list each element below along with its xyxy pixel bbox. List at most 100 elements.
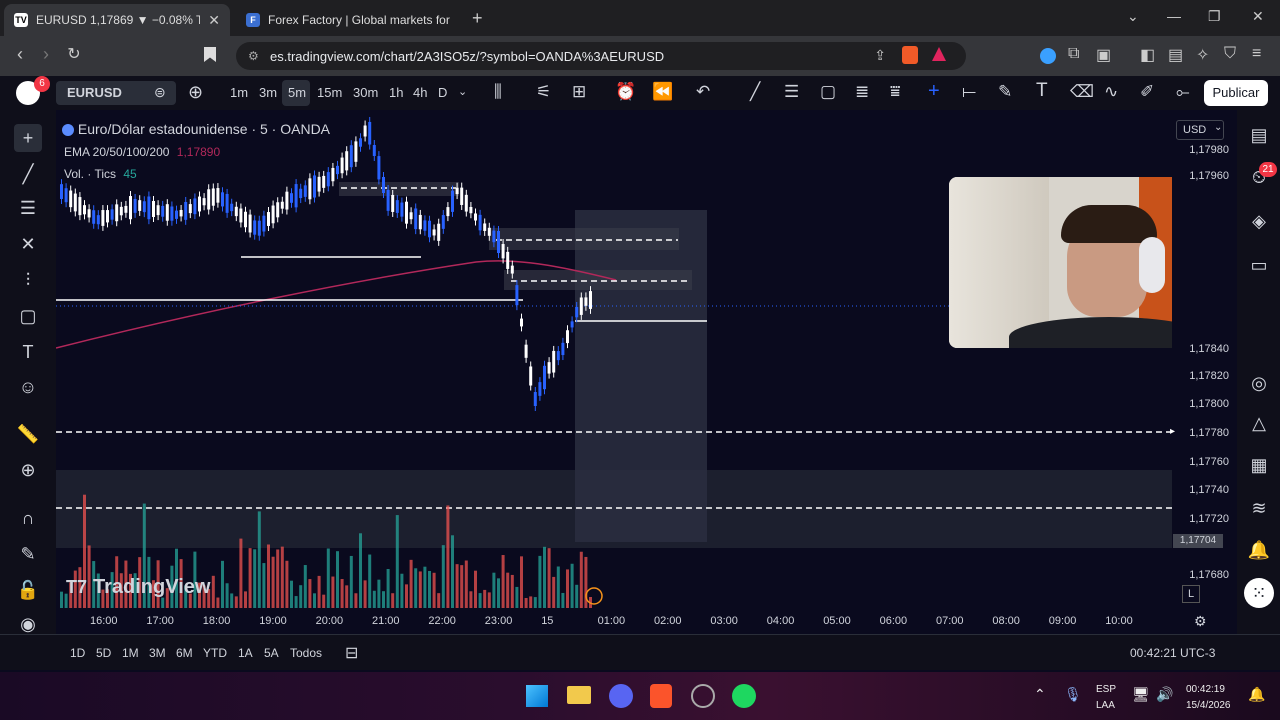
range-5y[interactable]: 5A bbox=[264, 646, 279, 660]
publish-button[interactable]: Publicar bbox=[1204, 80, 1268, 106]
tf-15m[interactable]: 15m bbox=[317, 85, 342, 100]
back-icon[interactable]: ‹ bbox=[6, 44, 34, 65]
pattern-tool-icon[interactable]: ∿ bbox=[1104, 82, 1118, 102]
apps-grid-icon[interactable]: ⁙ bbox=[1244, 578, 1274, 608]
pen-tool-icon[interactable]: ✎ bbox=[998, 82, 1012, 102]
maximize-button[interactable]: ❐ bbox=[1208, 8, 1221, 25]
watchlist-icon[interactable]: ▤ bbox=[1244, 120, 1274, 150]
zone-rect-2[interactable] bbox=[504, 270, 692, 290]
tray-chevron-icon[interactable]: ⌃ bbox=[1034, 686, 1046, 703]
notifications-icon[interactable]: 🔔 bbox=[1244, 535, 1274, 565]
sidebar-icon[interactable]: ◧ bbox=[1140, 45, 1155, 65]
tf-1m[interactable]: 1m bbox=[230, 85, 248, 100]
range-all[interactable]: Todos bbox=[290, 646, 322, 660]
tf-d[interactable]: D bbox=[438, 85, 447, 100]
site-info-icon[interactable]: ⚙ bbox=[248, 49, 259, 63]
fib-retracement-icon[interactable]: ☰ bbox=[14, 194, 42, 222]
close-tab-icon[interactable]: ✕ bbox=[208, 12, 220, 29]
forward-icon[interactable]: › bbox=[32, 44, 60, 65]
volume-icon[interactable]: 🔊 bbox=[1156, 686, 1173, 703]
text-icon[interactable]: T bbox=[14, 338, 42, 366]
channel-tool-icon[interactable]: ⩸ bbox=[890, 82, 900, 102]
time-axis[interactable]: 16:00 17:00 18:00 19:00 20:00 21:00 22:00 23:00… bbox=[56, 610, 1237, 634]
taskbar-time[interactable]: 00:42:19 bbox=[1186, 684, 1225, 695]
rectangle-tool-icon[interactable]: ▢ bbox=[820, 82, 836, 102]
close-window-button[interactable]: ✕ bbox=[1252, 8, 1264, 25]
tf-4h[interactable]: 4h bbox=[413, 85, 427, 100]
vpn-icon[interactable]: ⛉ bbox=[1224, 45, 1236, 63]
emoji-icon[interactable]: ☺ bbox=[14, 373, 42, 401]
alert-icon[interactable]: ⏰ bbox=[615, 82, 636, 102]
url-field[interactable]: ⚙ es.tradingview.com/chart/2A3ISO5z/?sym… bbox=[236, 42, 966, 70]
fib-tool-icon[interactable]: ≣ bbox=[855, 82, 869, 102]
tab-forexfactory[interactable]: F Forex Factory | Global markets for the bbox=[236, 4, 464, 36]
language-indicator[interactable]: ESP bbox=[1096, 684, 1116, 695]
range-1m[interactable]: 1M bbox=[122, 646, 139, 660]
microphone-icon[interactable]: 🎙 bbox=[1064, 686, 1082, 703]
spotify-icon[interactable] bbox=[732, 684, 756, 708]
more-tools-icon[interactable]: ⟜ bbox=[1176, 82, 1190, 102]
brave-shield-icon[interactable] bbox=[902, 46, 918, 64]
crosshair-icon[interactable]: + bbox=[928, 80, 940, 103]
zone-rect-3[interactable] bbox=[339, 182, 459, 196]
bookmark-icon[interactable] bbox=[204, 47, 216, 62]
reload-icon[interactable]: ↻ bbox=[60, 44, 88, 64]
taskbar-date[interactable]: 15/4/2026 bbox=[1186, 700, 1231, 711]
magnet-icon[interactable]: ∩ bbox=[14, 504, 42, 532]
timezone-clock[interactable]: 00:42:21 UTC-3 bbox=[1130, 646, 1215, 660]
wallet-icon[interactable]: ▤ bbox=[1168, 45, 1183, 65]
currency-dropdown-icon[interactable]: ⌄ bbox=[1214, 122, 1222, 133]
hline-tool-icon[interactable]: ⟝ bbox=[962, 82, 976, 102]
share-icon[interactable]: ⇪ bbox=[874, 47, 886, 64]
screenshot-icon[interactable]: ▣ bbox=[1096, 45, 1111, 65]
chat-icon[interactable]: ▭ bbox=[1244, 250, 1274, 280]
windows-start-icon[interactable] bbox=[526, 685, 548, 707]
volume-legend[interactable]: Vol. · Tics 45 bbox=[64, 167, 137, 181]
lock-icon[interactable]: 🔓 bbox=[14, 576, 42, 604]
crosshair-tool-icon[interactable]: + bbox=[14, 124, 42, 152]
line-tool-icon[interactable]: ╱ bbox=[14, 160, 42, 188]
replay-icon[interactable]: ⏪ bbox=[652, 82, 673, 102]
symbol-search[interactable]: EURUSD bbox=[67, 85, 122, 100]
add-symbol-icon[interactable]: ⊕ bbox=[188, 82, 203, 103]
date-range-icon[interactable]: ⊟ bbox=[345, 643, 358, 663]
horizontal-lines-icon[interactable]: ☰ bbox=[784, 82, 799, 102]
range-1d[interactable]: 1D bbox=[70, 646, 85, 660]
pattern-icon[interactable]: ✕ bbox=[14, 230, 42, 258]
undo-icon[interactable]: ↶ bbox=[696, 82, 710, 102]
discord-icon[interactable] bbox=[609, 684, 633, 708]
obs-icon[interactable] bbox=[691, 684, 715, 708]
lightning-icon[interactable] bbox=[585, 587, 603, 605]
compare-symbol-icon[interactable]: ⊜ bbox=[154, 84, 166, 101]
tab-search-button[interactable]: ⌄ bbox=[1127, 8, 1139, 25]
timeframe-dropdown-icon[interactable]: ⌄ bbox=[458, 85, 467, 98]
ideas-icon[interactable]: △ bbox=[1244, 408, 1274, 438]
calendar-icon[interactable]: ▦ bbox=[1244, 450, 1274, 480]
range-1y[interactable]: 1A bbox=[238, 646, 253, 660]
layouts-icon[interactable]: ⊞ bbox=[572, 82, 586, 102]
zone-rect-1[interactable] bbox=[489, 228, 679, 250]
file-explorer-icon[interactable] bbox=[567, 686, 591, 704]
indicators-icon[interactable]: ⚟ bbox=[536, 82, 551, 102]
target-icon[interactable]: ◎ bbox=[1244, 368, 1274, 398]
position-box[interactable] bbox=[575, 210, 707, 542]
tf-1h[interactable]: 1h bbox=[389, 85, 403, 100]
range-ytd[interactable]: YTD bbox=[203, 646, 227, 660]
stream-icon[interactable]: ≋ bbox=[1244, 493, 1274, 523]
text-tool-icon[interactable]: T bbox=[1036, 80, 1048, 102]
brave-rewards-icon[interactable] bbox=[932, 47, 946, 61]
log-scale-button[interactable]: L bbox=[1182, 585, 1200, 603]
network-icon[interactable]: 🖥 bbox=[1132, 686, 1150, 703]
tf-5m[interactable]: 5m bbox=[288, 85, 306, 100]
tf-3m[interactable]: 3m bbox=[259, 85, 277, 100]
keyboard-layout[interactable]: LAA bbox=[1096, 700, 1115, 711]
geometric-shapes-icon[interactable]: ▢ bbox=[14, 302, 42, 330]
price-axis[interactable]: USD ⌄ 1,17980 1,17960 1,17840 1,17820 1,… bbox=[1170, 110, 1237, 610]
tab-tradingview[interactable]: TV EURUSD 1,17869 ▼ −0.08% Trad ✕ bbox=[4, 4, 230, 36]
menu-icon[interactable]: ≡ bbox=[1252, 45, 1261, 63]
range-5d[interactable]: 5D bbox=[96, 646, 111, 660]
minimize-button[interactable]: — bbox=[1167, 8, 1181, 24]
ruler-icon[interactable]: 📏 bbox=[14, 420, 42, 448]
range-3m[interactable]: 3M bbox=[149, 646, 166, 660]
extension-icon[interactable] bbox=[1040, 48, 1056, 64]
